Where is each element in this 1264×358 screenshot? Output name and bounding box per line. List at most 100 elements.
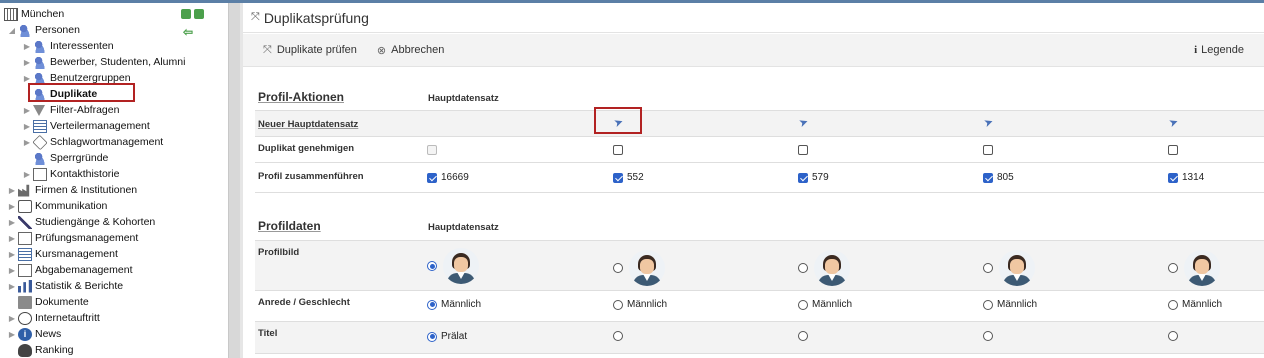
row-label: Titel xyxy=(258,328,278,339)
expand-all-icon[interactable] xyxy=(181,9,191,19)
profile-image-radio[interactable] xyxy=(427,248,479,284)
highlight-frame-duplikate xyxy=(28,83,135,102)
salutation-radio[interactable]: Männlich xyxy=(1168,299,1222,310)
tag-icon xyxy=(32,134,48,150)
tree-item-kursmanagement[interactable]: ▶ Kursmanagement xyxy=(8,246,118,262)
tree-item-news[interactable]: ▶ i News xyxy=(8,326,61,342)
tree-item-personen[interactable]: ◢ Personen xyxy=(8,22,80,38)
row-new-master: Neuer Hauptdatensatz ➤ ➤ ➤ ➤ xyxy=(255,110,1264,136)
cancel-label: Abbrechen xyxy=(391,44,445,56)
salutation-radio[interactable]: Männlich xyxy=(983,299,1037,310)
sidebar-scrollbar[interactable] xyxy=(228,3,240,358)
merge-checkbox[interactable]: 579 xyxy=(798,172,829,183)
tree-item-label: Verteilermanagement xyxy=(50,120,150,132)
tree-item-muenchen[interactable]: München xyxy=(4,6,64,22)
people-icon xyxy=(18,23,32,37)
title-radio[interactable] xyxy=(983,331,997,341)
tree-item-bewerber[interactable]: ▶ Bewerber, Studenten, Alumni xyxy=(23,54,185,70)
salutation-radio[interactable]: Männlich xyxy=(798,299,852,310)
tree-item-label: News xyxy=(35,328,62,340)
tree-item-label: Kontakthistorie xyxy=(50,168,120,180)
refresh-icon[interactable] xyxy=(194,9,204,19)
highlight-frame-set-master xyxy=(594,107,642,134)
set-master-icon[interactable]: ➤ xyxy=(982,116,995,130)
title-radio[interactable] xyxy=(1168,331,1182,341)
merge-checkbox[interactable]: 805 xyxy=(983,172,1014,183)
tree-item-kommunikation[interactable]: ▶ Kommunikation xyxy=(8,198,107,214)
approve-checkbox[interactable] xyxy=(798,145,812,155)
expand-arrow-icon[interactable]: ▶ xyxy=(8,198,16,214)
tree-item-label: Sperrgründe xyxy=(50,152,109,164)
tree-item-sperrgruende[interactable]: Sperrgründe xyxy=(33,150,108,166)
profile-image-radio[interactable] xyxy=(983,250,1035,286)
expand-arrow-icon[interactable]: ▶ xyxy=(8,326,16,342)
salutation-value: Männlich xyxy=(812,299,853,310)
tree-item-pruefungsmanagement[interactable]: ▶ Prüfungsmanagement xyxy=(8,230,138,246)
expand-arrow-icon[interactable]: ▶ xyxy=(8,262,16,278)
salutation-radio[interactable]: Männlich xyxy=(613,299,667,310)
expand-arrow-icon[interactable]: ▶ xyxy=(8,214,16,230)
tree-item-internetauftritt[interactable]: ▶ Internetauftritt xyxy=(8,310,100,326)
tree-item-filter-abfragen[interactable]: ▶ Filter-Abfragen xyxy=(23,102,120,118)
approve-checkbox[interactable] xyxy=(1168,145,1182,155)
row-label: Duplikat genehmigen xyxy=(258,143,355,154)
approve-checkbox[interactable] xyxy=(613,145,627,155)
set-master-icon[interactable]: ➤ xyxy=(1167,116,1180,130)
expand-arrow-icon[interactable]: ▶ xyxy=(23,118,31,134)
avatar xyxy=(443,248,479,284)
tree-item-statistik[interactable]: ▶ Statistik & Berichte xyxy=(8,278,123,294)
tree-item-dokumente[interactable]: Dokumente xyxy=(18,294,89,310)
merge-checkbox[interactable]: 552 xyxy=(613,172,644,183)
folder-icon xyxy=(18,295,32,309)
profile-image-radio[interactable] xyxy=(798,250,850,286)
profile-image-radio[interactable] xyxy=(613,250,665,286)
tree-item-ranking[interactable]: Ranking xyxy=(18,342,74,358)
expand-arrow-icon[interactable]: ▶ xyxy=(8,230,16,246)
cancel-button[interactable]: ⊗ Abbrechen xyxy=(377,44,444,57)
legend-button[interactable]: i Legende xyxy=(1194,44,1244,56)
title-radio[interactable] xyxy=(798,331,812,341)
title-radio[interactable] xyxy=(613,331,627,341)
tree-item-label: Prüfungsmanagement xyxy=(35,232,139,244)
tree-item-schlagwortmanagement[interactable]: ▶ Schlagwortmanagement xyxy=(23,134,163,150)
tree-item-interessenten[interactable]: ▶ Interessenten xyxy=(23,38,114,54)
salutation-value: Männlich xyxy=(997,299,1038,310)
title-bar: ⤧ Duplikatsprüfung xyxy=(243,3,1264,33)
tree-item-label: Statistik & Berichte xyxy=(35,280,124,292)
tree-item-verteilermanagement[interactable]: ▶ Verteilermanagement xyxy=(23,118,150,134)
row-label: Profilbild xyxy=(258,247,300,258)
check-duplicates-button[interactable]: ⤧ Duplikate prüfen xyxy=(263,44,357,57)
tree-item-label: Firmen & Institutionen xyxy=(35,184,138,196)
tree-item-label: Filter-Abfragen xyxy=(50,104,120,116)
salutation-radio[interactable]: Männlich xyxy=(427,299,481,310)
expand-arrow-icon[interactable]: ▶ xyxy=(23,166,31,182)
tree-item-kontakthistorie[interactable]: ▶ Kontakthistorie xyxy=(23,166,119,182)
expand-arrow-icon[interactable]: ▶ xyxy=(8,182,16,198)
expand-arrow-icon[interactable]: ▶ xyxy=(23,102,31,118)
tree-item-firmen[interactable]: ▶ Firmen & Institutionen xyxy=(8,182,137,198)
expand-arrow-icon[interactable]: ▶ xyxy=(8,278,16,294)
expand-arrow-icon[interactable]: ▶ xyxy=(23,38,31,54)
tree-item-studiengaenge[interactable]: ▶ Studiengänge & Kohorten xyxy=(8,214,155,230)
approve-checkbox[interactable] xyxy=(983,145,997,155)
tree-item-label: Kursmanagement xyxy=(35,248,118,260)
tree-item-abgabemanagement[interactable]: ▶ Abgabemanagement xyxy=(8,262,133,278)
back-arrow-icon[interactable]: ⇦ xyxy=(183,25,193,39)
title-radio[interactable]: Prälat xyxy=(427,331,467,342)
expand-arrow-icon[interactable]: ▶ xyxy=(8,246,16,262)
expand-arrow-icon[interactable]: ▶ xyxy=(23,134,31,150)
chat-icon xyxy=(18,199,32,213)
collapse-arrow-icon[interactable]: ◢ xyxy=(8,22,16,38)
merge-checkbox[interactable]: 1314 xyxy=(1168,172,1204,183)
profile-image-radio[interactable] xyxy=(1168,250,1220,286)
set-master-icon[interactable]: ➤ xyxy=(797,116,810,130)
tree-item-label: Internetauftritt xyxy=(35,312,100,324)
expand-arrow-icon[interactable]: ▶ xyxy=(23,54,31,70)
people-icon xyxy=(33,151,47,165)
tree-item-label: Schlagwortmanagement xyxy=(50,136,164,148)
tree-item-label: Studiengänge & Kohorten xyxy=(35,216,156,228)
merge-checkbox[interactable]: 16669 xyxy=(427,172,469,183)
tree-item-label: Abgabemanagement xyxy=(35,264,133,276)
main-panel: ⤧ Duplikatsprüfung ⤧ Duplikate prüfen ⊗ … xyxy=(243,3,1264,358)
expand-arrow-icon[interactable]: ▶ xyxy=(8,310,16,326)
